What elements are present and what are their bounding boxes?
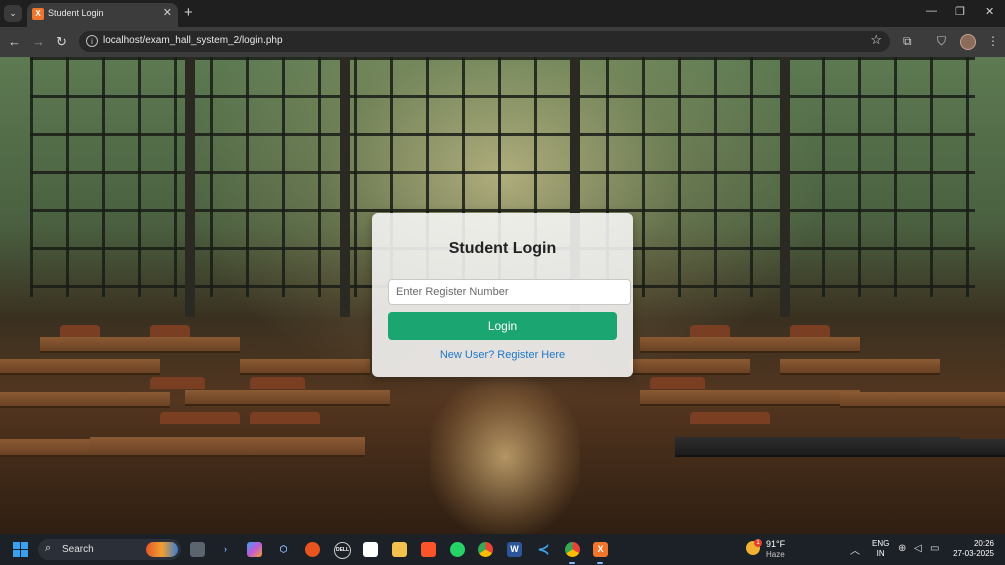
sunlight-floor [430, 377, 580, 534]
close-tab-icon[interactable]: ✕ [163, 6, 172, 19]
desk [675, 437, 960, 457]
chair [150, 377, 205, 389]
weather-description[interactable]: Haze [766, 550, 785, 559]
register-link[interactable]: New User? Register Here [372, 349, 633, 361]
url-field[interactable]: i localhost/exam_hall_system_2/login.php… [79, 31, 890, 52]
chair [150, 325, 190, 337]
xampp-favicon-icon: X [32, 8, 44, 20]
tab-title: Student Login [48, 8, 104, 18]
store-icon[interactable] [363, 542, 378, 557]
vscode-icon[interactable]: ≺ [536, 542, 551, 557]
chair [690, 412, 770, 424]
terminal-icon[interactable]: › [218, 542, 233, 557]
chair [160, 412, 240, 424]
tab-student-login[interactable]: X Student Login ✕ [27, 3, 178, 27]
window-pillar [340, 57, 350, 317]
close-window-icon[interactable]: ✕ [985, 5, 994, 18]
site-info-icon[interactable]: i [86, 35, 98, 47]
globe-icon[interactable]: ⊕ [898, 543, 906, 554]
desk [780, 359, 940, 375]
chair [60, 325, 100, 337]
desk [240, 359, 370, 375]
chrome-icon[interactable] [478, 542, 493, 557]
address-bar-row: ← → ↻ i localhost/exam_hall_system_2/log… [0, 27, 1005, 57]
back-icon[interactable]: ← [8, 34, 21, 49]
chair [650, 377, 705, 389]
login-button[interactable]: Login [388, 312, 617, 340]
chair [690, 325, 730, 337]
copilot-icon[interactable] [247, 542, 262, 557]
search-label: Search [62, 544, 94, 555]
chevron-up-icon[interactable]: ︿ [850, 542, 860, 557]
window-pillar [780, 57, 790, 317]
extensions-icon[interactable]: ⧉ [903, 34, 912, 49]
taskbar: ⌕ Search › ⬡ DELL W ≺ X 1 91°F Haze ︿ EN… [0, 534, 1005, 565]
desk [640, 390, 860, 406]
chair [250, 377, 305, 389]
whatsapp-icon[interactable] [450, 542, 465, 557]
desk [640, 337, 860, 353]
date: 27-03-2025 [953, 549, 994, 558]
weather-badge: 1 [754, 539, 762, 547]
battery-icon[interactable]: ▭ [930, 543, 939, 554]
new-tab-icon[interactable]: + [184, 4, 193, 21]
restore-icon[interactable]: ❐ [955, 5, 965, 18]
desk [185, 390, 390, 406]
menu-dots-icon[interactable]: ⋮ [987, 34, 999, 48]
language-code: ENG [872, 539, 890, 548]
desk [920, 439, 1005, 457]
url-text[interactable]: localhost/exam_hall_system_2/login.php [103, 35, 283, 46]
minimize-icon[interactable]: — [926, 5, 937, 17]
desk [40, 337, 240, 353]
chair [790, 325, 830, 337]
weather-temperature[interactable]: 91°F [766, 539, 785, 549]
xampp-icon[interactable]: X [593, 542, 608, 557]
file-explorer-icon[interactable] [392, 542, 407, 557]
chair [250, 412, 320, 424]
desk [840, 392, 1005, 408]
desk [0, 359, 160, 375]
reload-icon[interactable]: ↻ [56, 34, 67, 50]
desk [630, 359, 750, 375]
language-indicator[interactable]: ENG IN [872, 539, 889, 559]
chrome-profile-icon[interactable] [565, 542, 580, 557]
time: 20:26 [973, 539, 994, 548]
window-pillar [185, 57, 195, 317]
dell-icon[interactable]: DELL [334, 542, 351, 559]
profile-avatar[interactable] [960, 34, 976, 50]
task-view-icon[interactable] [190, 542, 205, 557]
active-app-indicator [569, 562, 575, 564]
register-number-input[interactable] [388, 279, 631, 305]
desk [90, 437, 365, 457]
brave-icon[interactable] [421, 542, 436, 557]
login-card: Student Login Login New User? Register H… [372, 213, 633, 377]
shield-extension-icon[interactable]: ⛉ [937, 34, 946, 49]
volume-icon[interactable]: ◁ [914, 543, 922, 554]
word-icon[interactable]: W [507, 542, 522, 557]
firefox-icon[interactable] [305, 542, 320, 557]
region-code: IN [876, 549, 885, 558]
taskbar-search[interactable]: ⌕ Search [38, 539, 181, 560]
cube-icon[interactable]: ⬡ [276, 542, 291, 557]
windows-start-icon[interactable] [13, 542, 28, 557]
forward-icon[interactable]: → [32, 34, 45, 49]
bookmark-star-icon[interactable]: ☆ [870, 32, 882, 48]
clock[interactable]: 20:26 27-03-2025 [948, 539, 994, 559]
tab-bar: ⌄ X Student Login ✕ + — ❐ ✕ [0, 0, 1005, 27]
tab-search-icon[interactable]: ⌄ [4, 5, 22, 22]
login-title: Student Login [448, 240, 557, 257]
search-icon: ⌕ [45, 542, 52, 554]
desk [0, 392, 170, 408]
search-highlight-icon [146, 542, 178, 557]
active-app-indicator [597, 562, 603, 564]
